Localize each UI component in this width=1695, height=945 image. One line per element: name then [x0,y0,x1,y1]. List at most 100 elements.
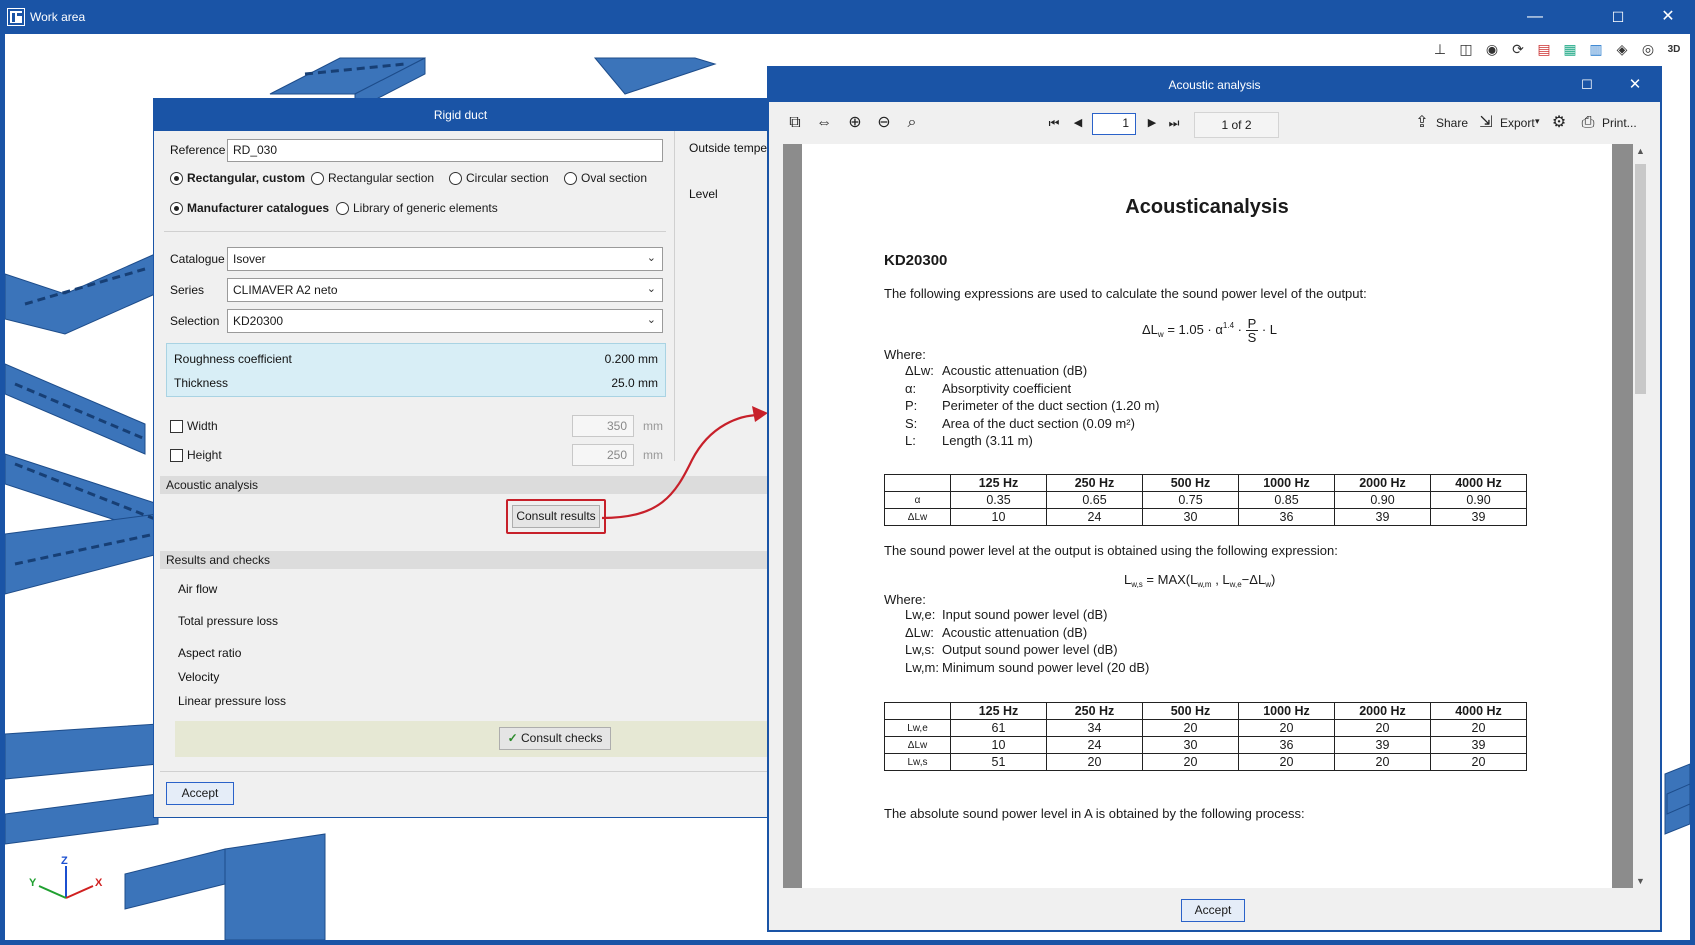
box-icon[interactable]: ◈ [1612,39,1632,59]
where-description: Acoustic attenuation (dB) [942,363,1088,378]
reference-input[interactable]: RD_030 [227,139,663,162]
axes-icon[interactable]: ⊥ [1430,39,1450,59]
accept-button[interactable]: Accept [166,782,234,805]
table-cell: 0.75 [1142,491,1239,509]
where-label: Where: [884,347,926,362]
where-symbol: L: [905,433,916,448]
table-header-cell: 500 Hz [1142,702,1239,720]
table-header-cell: 250 Hz [1046,702,1143,720]
share-icon[interactable]: ⇪ [1410,112,1434,134]
table-cell: 0.65 [1046,491,1143,509]
visibility-icon[interactable]: ◎ [1638,39,1658,59]
intro-paragraph: The following expressions are used to ca… [884,286,1367,301]
zoom-out-icon[interactable]: ⊖ [872,112,896,134]
maximize-button[interactable]: ☐ [1572,72,1602,98]
table-header-cell: 500 Hz [1142,474,1239,492]
radio-oval-section[interactable]: Oval section [564,171,647,185]
accept-button[interactable]: Accept [1181,899,1245,922]
series-label: Series [170,283,205,297]
table-cell: 39 [1334,736,1431,754]
checks-bar: ✓ Consult checks [175,721,769,757]
table-header-cell: 125 Hz [950,474,1047,492]
table-cell: 20 [1430,719,1527,737]
table-cell: 0.85 [1238,491,1335,509]
cube-icon[interactable]: ◫ [1456,39,1476,59]
table-cell: 0.35 [950,491,1047,509]
view-toolbar: ⊥ ◫ ◉ ⟳ ▤ ▦ ▥ ◈ ◎ 3D [1430,34,1690,64]
radio-circular-section[interactable]: Circular section [449,171,549,185]
table-cell: 20 [1334,753,1431,771]
scroll-thumb[interactable] [1635,164,1646,394]
consult-checks-button[interactable]: ✓ Consult checks [499,727,611,750]
height-checkbox[interactable]: Height [170,448,222,462]
previous-page-icon[interactable]: ◀ [1066,112,1090,134]
chevron-down-icon: ⌄ [646,314,656,326]
result-air-flow: Air flow [178,582,218,596]
printer-icon[interactable]: ⎙ [1576,112,1600,134]
thickness-value: 25.0 mm [611,376,658,390]
radio-rectangular-section[interactable]: Rectangular section [311,171,434,185]
scroll-up-icon[interactable]: ▲ [1633,146,1648,156]
dialog-footer: Accept [769,891,1660,931]
page-count: 1 of 2 [1194,112,1279,138]
table-cell: 10 [950,736,1047,754]
close-button[interactable]: ✕ [1620,72,1650,98]
width-checkbox[interactable]: Width [170,419,218,433]
last-page-icon[interactable]: ⏭ [1162,112,1186,134]
export-button[interactable]: Export [1500,116,1535,130]
table-header-cell: 1000 Hz [1238,702,1335,720]
scroll-down-icon[interactable]: ▼ [1633,876,1648,886]
first-page-icon[interactable]: ⏮ [1042,112,1066,134]
table-cell: 30 [1142,736,1239,754]
chevron-down-icon: ⌄ [646,283,656,295]
result-linear-pressure-loss: Linear pressure loss [178,694,287,708]
where-item: Lw,m: Minimum sound power level (20 dB) [905,660,1149,675]
view-3d-icon[interactable]: 3D [1664,39,1684,59]
dropdown-caret-icon[interactable]: ▾ [1535,116,1540,127]
acoustic-analysis-window: Acoustic analysis ☐ ✕ ⧉ ⇔ ⊕ ⊖ ⌕ ⏮ ◀ 1 ▶ … [767,66,1662,932]
roughness-label: Roughness coefficient [174,352,292,366]
fit-page-icon[interactable]: ⧉ [783,112,807,134]
minimize-button[interactable]: — [1515,4,1555,30]
zoom-reset-icon[interactable]: ⌕ [900,112,924,134]
fit-width-icon[interactable]: ⇔ [812,112,836,134]
highlight-frame [506,499,606,534]
table-header-cell: 1000 Hz [1238,474,1335,492]
catalogue-select[interactable]: Isover ⌄ [227,247,663,271]
selection-select[interactable]: KD20300 ⌄ [227,309,663,333]
next-page-icon[interactable]: ▶ [1140,112,1164,134]
print-button[interactable]: Print... [1602,116,1637,130]
where-symbol: Lw,s: [905,642,935,657]
reference-label: Reference [170,143,226,157]
maximize-button[interactable]: ☐ [1598,4,1638,30]
settings-gear-icon[interactable]: ⚙ [1547,112,1571,134]
document-viewport[interactable]: Acousticanalysis KD20300 The following e… [783,144,1633,888]
rotate-icon[interactable]: ⟳ [1508,39,1528,59]
table-header-cell: 4000 Hz [1430,702,1527,720]
table-cell: α [884,491,951,509]
radio-rectangular-custom[interactable]: Rectangular, custom [170,171,305,185]
layers-icon[interactable]: ▤ [1534,39,1554,59]
radio-manufacturer-catalogues[interactable]: Manufacturer catalogues [170,201,329,215]
where-description: Output sound power level (dB) [942,642,1118,657]
share-button[interactable]: Share [1436,116,1468,130]
zoom-in-icon[interactable]: ⊕ [843,112,867,134]
where-item: α: Absorptivity coefficient [905,381,1071,396]
grid-icon[interactable]: ▥ [1586,39,1606,59]
catalogue-label: Catalogue [170,252,225,266]
document-scrollbar[interactable]: ▲ ▼ [1633,144,1648,888]
plan-icon[interactable]: ▦ [1560,39,1580,59]
eye-icon[interactable]: ◉ [1482,39,1502,59]
radio-generic-library[interactable]: Library of generic elements [336,201,498,215]
close-button[interactable]: ✕ [1648,4,1688,30]
table-cell: Lw,s [884,753,951,771]
results-section-header: Results and checks [160,551,769,569]
table-header-cell: 250 Hz [1046,474,1143,492]
attenuation-table: 125 Hz 250 Hz 500 Hz 1000 Hz 2000 Hz 4000 Hz … [884,474,1527,526]
table-cell: 39 [1430,508,1527,526]
series-select[interactable]: CLIMAVER A2 neto ⌄ [227,278,663,302]
table-cell: 20 [1334,719,1431,737]
export-icon[interactable]: ⇲ [1474,112,1498,134]
where-description: Input sound power level (dB) [942,607,1108,622]
page-number-input[interactable]: 1 [1092,113,1136,135]
